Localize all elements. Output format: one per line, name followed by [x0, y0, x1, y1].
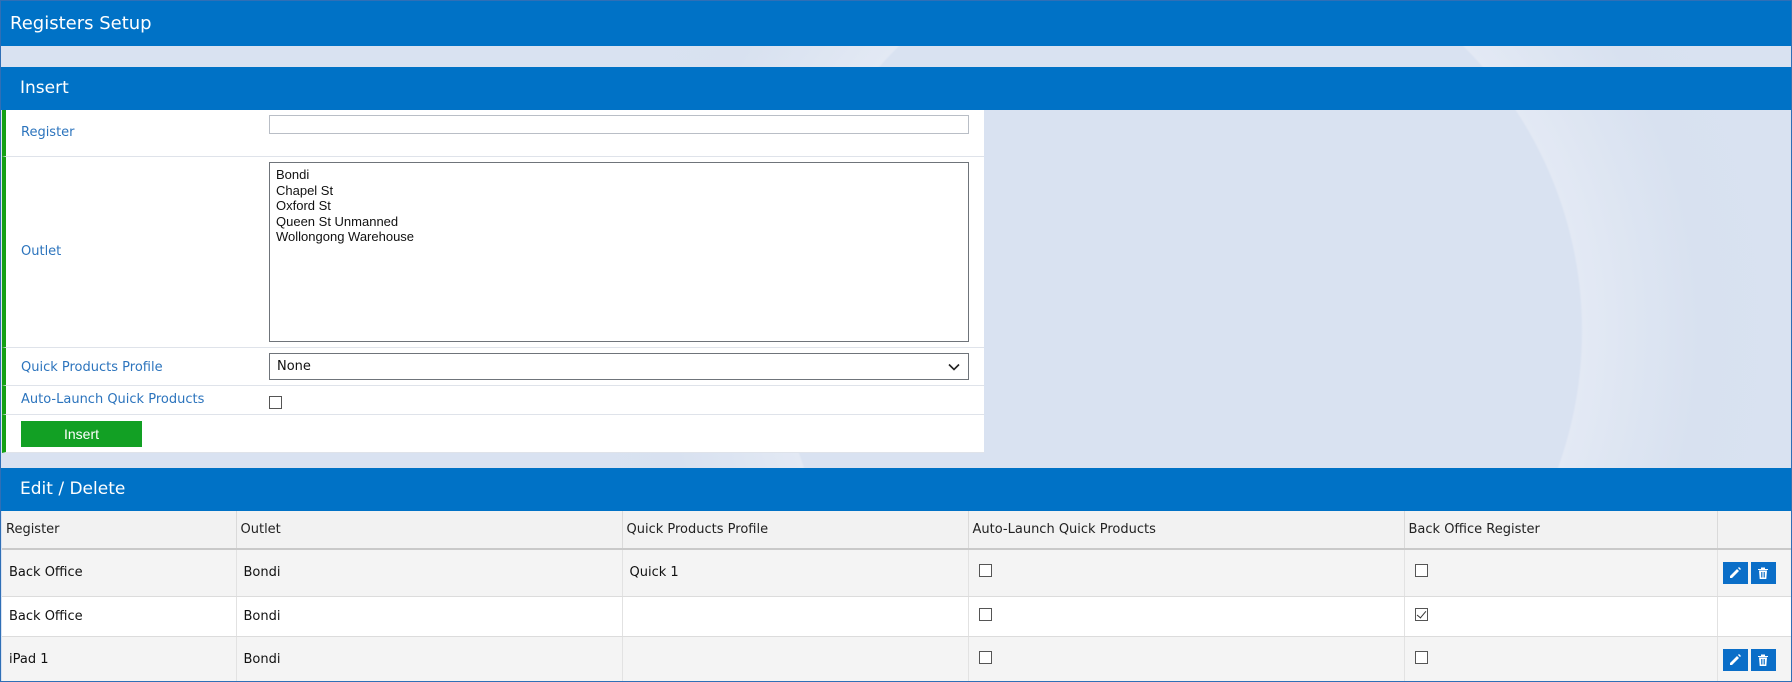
- outlet-label: Outlet: [21, 244, 62, 259]
- auto-launch-cell: [968, 596, 1405, 637]
- quick-products-profile-row: Quick Products Profile None: [2, 348, 984, 386]
- insert-form: Register Outlet Bondi Chapel St Oxford S…: [2, 110, 984, 453]
- auto-launch-checkbox[interactable]: [978, 564, 992, 578]
- outlet-option[interactable]: Chapel St: [276, 183, 962, 199]
- auto-launch-checkbox[interactable]: [269, 396, 282, 409]
- register-cell: Back Office: [2, 596, 237, 637]
- insert-section-header: Insert: [1, 67, 1791, 110]
- profile-cell: [622, 636, 969, 681]
- column-header-back-office-register[interactable]: Back Office Register: [1404, 511, 1718, 550]
- back-office-checkbox[interactable]: [1414, 607, 1428, 621]
- column-header-register[interactable]: Register: [2, 511, 237, 550]
- registers-setup-page: Registers Setup Insert Register Outlet B…: [0, 0, 1792, 682]
- quick-products-profile-value: None: [277, 359, 311, 374]
- auto-launch-label: Auto-Launch Quick Products: [21, 392, 205, 407]
- column-header-actions: [1717, 511, 1791, 550]
- auto-launch-cell: [968, 549, 1405, 597]
- auto-launch-checkbox[interactable]: [978, 607, 992, 621]
- back-office-checkbox[interactable]: [1414, 651, 1428, 664]
- insert-button-row: Insert: [2, 415, 984, 453]
- back-office-checkbox[interactable]: [1414, 564, 1428, 578]
- table-row: Back Office Bondi: [2, 596, 1791, 637]
- quick-products-profile-select[interactable]: None: [269, 353, 969, 380]
- profile-cell: Quick 1: [622, 549, 969, 597]
- table-row: iPad 1 Bondi: [2, 636, 1791, 681]
- outlet-option[interactable]: Oxford St: [276, 198, 962, 214]
- register-cell: iPad 1: [2, 636, 237, 681]
- column-header-quick-products-profile[interactable]: Quick Products Profile: [622, 511, 969, 550]
- column-header-outlet[interactable]: Outlet: [236, 511, 623, 550]
- auto-launch-row: Auto-Launch Quick Products: [2, 386, 984, 415]
- outlet-option[interactable]: Bondi: [276, 167, 962, 183]
- back-office-cell: [1404, 596, 1718, 637]
- actions-cell: [1717, 636, 1791, 681]
- delete-button[interactable]: [1750, 648, 1776, 671]
- table-header-row: Register Outlet Quick Products Profile A…: [2, 511, 1791, 550]
- register-input[interactable]: [269, 115, 969, 134]
- actions-cell: [1717, 596, 1791, 637]
- chevron-down-icon: [948, 363, 960, 371]
- actions-cell: [1717, 549, 1791, 597]
- outlet-listbox[interactable]: Bondi Chapel St Oxford St Queen St Unman…: [269, 162, 969, 342]
- registers-table: Register Outlet Quick Products Profile A…: [2, 511, 1791, 681]
- profile-cell: [622, 596, 969, 637]
- auto-launch-checkbox[interactable]: [978, 651, 992, 664]
- register-cell: Back Office: [2, 549, 237, 597]
- back-office-cell: [1404, 549, 1718, 597]
- auto-launch-cell: [968, 636, 1405, 681]
- insert-button[interactable]: Insert: [21, 421, 142, 447]
- outlet-option[interactable]: Queen St Unmanned: [276, 214, 962, 230]
- edit-button[interactable]: [1722, 561, 1748, 584]
- outlet-row: Outlet Bondi Chapel St Oxford St Queen S…: [2, 157, 984, 348]
- pencil-icon: [1729, 653, 1741, 665]
- register-row: Register: [2, 110, 984, 157]
- edit-button[interactable]: [1722, 648, 1748, 671]
- register-label: Register: [21, 125, 75, 140]
- trash-icon: [1757, 654, 1768, 666]
- outlet-cell: Bondi: [236, 636, 623, 681]
- pencil-icon: [1729, 566, 1741, 578]
- page-title: Registers Setup: [1, 1, 1791, 46]
- outlet-option[interactable]: Wollongong Warehouse: [276, 229, 962, 245]
- outlet-cell: Bondi: [236, 549, 623, 597]
- trash-icon: [1757, 567, 1768, 579]
- column-header-auto-launch[interactable]: Auto-Launch Quick Products: [968, 511, 1405, 550]
- edit-delete-section-header: Edit / Delete: [1, 468, 1791, 511]
- quick-products-profile-label: Quick Products Profile: [21, 360, 163, 375]
- table-row: Back Office Bondi Quick 1: [2, 549, 1791, 597]
- outlet-cell: Bondi: [236, 596, 623, 637]
- delete-button[interactable]: [1750, 561, 1776, 584]
- back-office-cell: [1404, 636, 1718, 681]
